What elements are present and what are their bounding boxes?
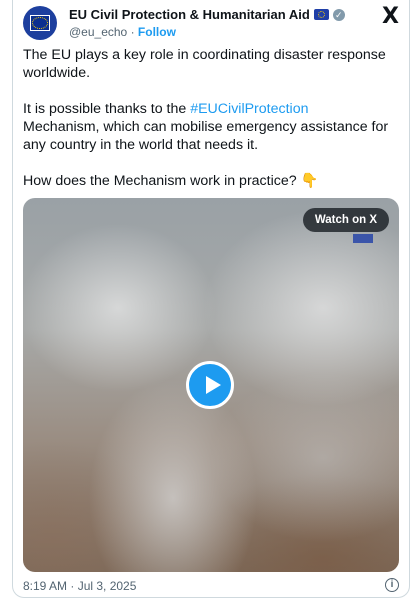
verified-badge-icon[interactable]: ✓ bbox=[332, 8, 345, 21]
eu-stars-icon bbox=[32, 17, 48, 29]
play-icon[interactable] bbox=[186, 361, 234, 409]
tweet-paragraph-2: It is possible thanks to the #EUCivilPro… bbox=[23, 100, 403, 154]
video-player[interactable]: Watch on X bbox=[23, 198, 399, 572]
avatar[interactable] bbox=[23, 6, 57, 40]
separator: · bbox=[130, 25, 135, 39]
account-name[interactable]: EU Civil Protection & Humanitarian Aid bbox=[69, 7, 310, 22]
info-icon[interactable]: i bbox=[385, 578, 399, 592]
tweet-paragraph-3: How does the Mechanism work in practice?… bbox=[23, 173, 319, 189]
tweet-paragraph-1: The EU plays a key role in coordinating … bbox=[23, 47, 386, 81]
account-handle[interactable]: @eu_echo bbox=[69, 25, 127, 39]
handle-row: @eu_echo · Follow bbox=[69, 25, 176, 39]
follow-button[interactable]: Follow bbox=[138, 25, 176, 39]
timestamp[interactable]: 8:19 AM · Jul 3, 2025 bbox=[23, 579, 136, 593]
hashtag-link[interactable]: #EUCivilProtection bbox=[190, 101, 308, 117]
eu-flag-icon bbox=[313, 9, 329, 20]
tweet-paragraph-2-prefix: It is possible thanks to the bbox=[23, 101, 191, 117]
tweet-text: The EU plays a key role in coordinating … bbox=[23, 46, 403, 190]
tweet-paragraph-2-suffix: Mechanism, which can mobilise emergency … bbox=[23, 119, 389, 153]
tweet-header: EU Civil Protection & Humanitarian Aid ✓… bbox=[23, 4, 401, 42]
tweet-card[interactable]: EU Civil Protection & Humanitarian Aid ✓… bbox=[12, 0, 410, 598]
watch-on-x-button[interactable]: Watch on X bbox=[302, 208, 389, 232]
video-watermark-logo bbox=[353, 234, 373, 243]
tweet-footer: 8:19 AM · Jul 3, 2025 i bbox=[23, 578, 399, 595]
name-row: EU Civil Protection & Humanitarian Aid ✓ bbox=[69, 7, 345, 22]
x-logo-icon[interactable]: X bbox=[382, 4, 399, 29]
